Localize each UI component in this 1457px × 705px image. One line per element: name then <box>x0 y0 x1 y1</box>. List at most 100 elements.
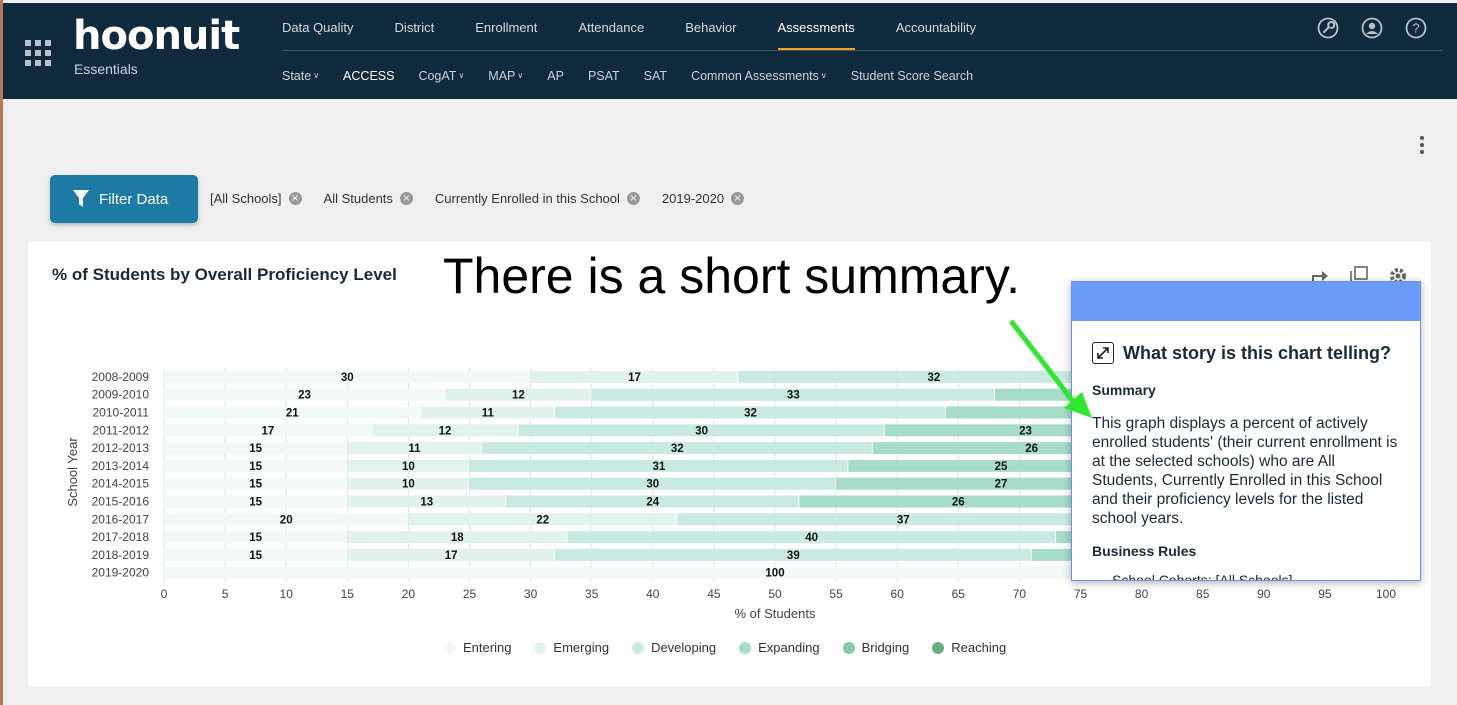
x-tick-label: 55 <box>829 587 843 601</box>
summary-text: This graph displays a percent of activel… <box>1092 415 1398 527</box>
x-tick-label: 75 <box>1074 587 1088 601</box>
x-tick-label: 20 <box>402 587 416 601</box>
data-label: 33 <box>787 390 800 402</box>
y-tick-label: 2010-2011 <box>93 406 150 420</box>
legend-swatch <box>632 641 645 654</box>
x-tick-label: 5 <box>222 587 229 601</box>
x-tick-label: 50 <box>768 587 782 601</box>
data-label: 31 <box>653 461 666 473</box>
data-label: 15 <box>249 532 262 544</box>
data-label: 12 <box>512 390 525 402</box>
data-label: 10 <box>402 479 415 491</box>
legend-swatch <box>739 641 752 654</box>
x-tick-label: 40 <box>646 587 660 601</box>
data-label: 11 <box>408 443 421 455</box>
y-tick-label: 2013-2014 <box>92 459 150 473</box>
data-label: 15 <box>249 497 262 509</box>
legend-label: Emerging <box>553 640 610 655</box>
x-tick-label: 15 <box>341 587 355 601</box>
x-tick-label: 45 <box>707 587 721 601</box>
data-label: 30 <box>646 479 659 491</box>
data-label: 12 <box>439 425 452 437</box>
legend-item-expanding[interactable]: Expanding <box>739 640 820 655</box>
data-label: 26 <box>952 497 965 509</box>
data-label: 23 <box>298 390 311 402</box>
data-label: 24 <box>646 497 659 509</box>
data-label: 26 <box>1025 443 1038 455</box>
legend-swatch <box>534 641 547 654</box>
popup-title: What story is this chart telling? <box>1123 342 1392 363</box>
x-tick-label: 0 <box>161 587 168 601</box>
data-label: 30 <box>695 425 708 437</box>
expand-icon[interactable] <box>1092 342 1114 364</box>
data-label: 25 <box>995 461 1008 473</box>
x-tick-label: 80 <box>1135 587 1149 601</box>
data-label: 32 <box>744 408 757 420</box>
data-label: 32 <box>927 372 940 384</box>
data-label: 27 <box>995 479 1008 491</box>
data-label: 23 <box>1019 425 1032 437</box>
y-tick-label: 2018-2019 <box>92 548 150 562</box>
y-tick-label: 2015-2016 <box>92 495 150 509</box>
legend-label: Reaching <box>951 640 1007 655</box>
popup-title-row: What story is this chart telling? <box>1092 342 1391 364</box>
x-tick-label: 100 <box>1376 587 1396 601</box>
data-label: 40 <box>805 532 818 544</box>
legend-item-entering[interactable]: Entering <box>444 640 511 655</box>
legend-item-emerging[interactable]: Emerging <box>534 640 609 655</box>
y-tick-label: 2012-2013 <box>92 441 150 455</box>
y-tick-label: 2016-2017 <box>92 512 150 526</box>
data-label: 17 <box>628 372 641 384</box>
chart-legend: Entering Emerging Developing Expanding Bridg… <box>444 640 1029 655</box>
x-tick-label: 35 <box>585 587 599 601</box>
data-label: 21 <box>286 408 299 420</box>
data-label: 30 <box>341 372 354 384</box>
data-label: 10 <box>402 461 415 473</box>
y-axis-label: School Year <box>65 437 80 507</box>
data-label: 100 <box>765 568 784 580</box>
legend-label: Entering <box>463 640 512 655</box>
chart-story-popup: What story is this chart telling? Summar… <box>1071 281 1421 581</box>
legend-item-reaching[interactable]: Reaching <box>932 640 1006 655</box>
x-tick-label: 30 <box>524 587 538 601</box>
legend-item-developing[interactable]: Developing <box>632 640 716 655</box>
data-label: 15 <box>249 461 262 473</box>
legend-label: Bridging <box>861 640 910 655</box>
data-label: 15 <box>249 550 262 562</box>
legend-item-bridging[interactable]: Bridging <box>842 640 910 655</box>
data-label: 17 <box>445 550 458 562</box>
legend-label: Expanding <box>758 640 820 655</box>
x-tick-label: 95 <box>1318 587 1332 601</box>
y-tick-label: 2017-2018 <box>92 530 150 544</box>
data-label: 17 <box>261 425 274 437</box>
summary-heading: Summary <box>1092 382 1156 398</box>
legend-label: Developing <box>651 640 717 655</box>
business-rule-item: School Cohorts: [All Schools] <box>1112 572 1293 581</box>
data-label: 11 <box>482 408 495 420</box>
data-label: 15 <box>249 479 262 491</box>
legend-swatch <box>932 641 945 654</box>
data-label: 37 <box>897 514 910 526</box>
x-tick-label: 90 <box>1257 587 1271 601</box>
data-label: 20 <box>280 514 293 526</box>
y-tick-label: 2019-2020 <box>92 566 150 580</box>
legend-swatch <box>444 641 456 654</box>
y-tick-label: 2014-2015 <box>92 477 150 491</box>
data-label: 22 <box>536 514 549 526</box>
x-axis-label: % of Students <box>735 606 816 621</box>
data-label: 39 <box>787 550 800 562</box>
data-label: 15 <box>249 443 262 455</box>
x-tick-label: 65 <box>952 587 966 601</box>
y-tick-label: 2008-2009 <box>92 370 150 384</box>
y-tick-label: 2009-2010 <box>92 388 150 402</box>
x-tick-label: 25 <box>463 587 477 601</box>
business-rules-heading: Business Rules <box>1092 543 1197 559</box>
data-label: 32 <box>671 443 684 455</box>
y-tick-label: 2011-2012 <box>93 423 150 437</box>
legend-swatch <box>842 641 855 654</box>
popup-header <box>1072 282 1420 321</box>
x-tick-label: 10 <box>280 587 294 601</box>
x-tick-label: 60 <box>891 587 905 601</box>
x-tick-label: 85 <box>1196 587 1210 601</box>
x-tick-label: 70 <box>1013 587 1027 601</box>
